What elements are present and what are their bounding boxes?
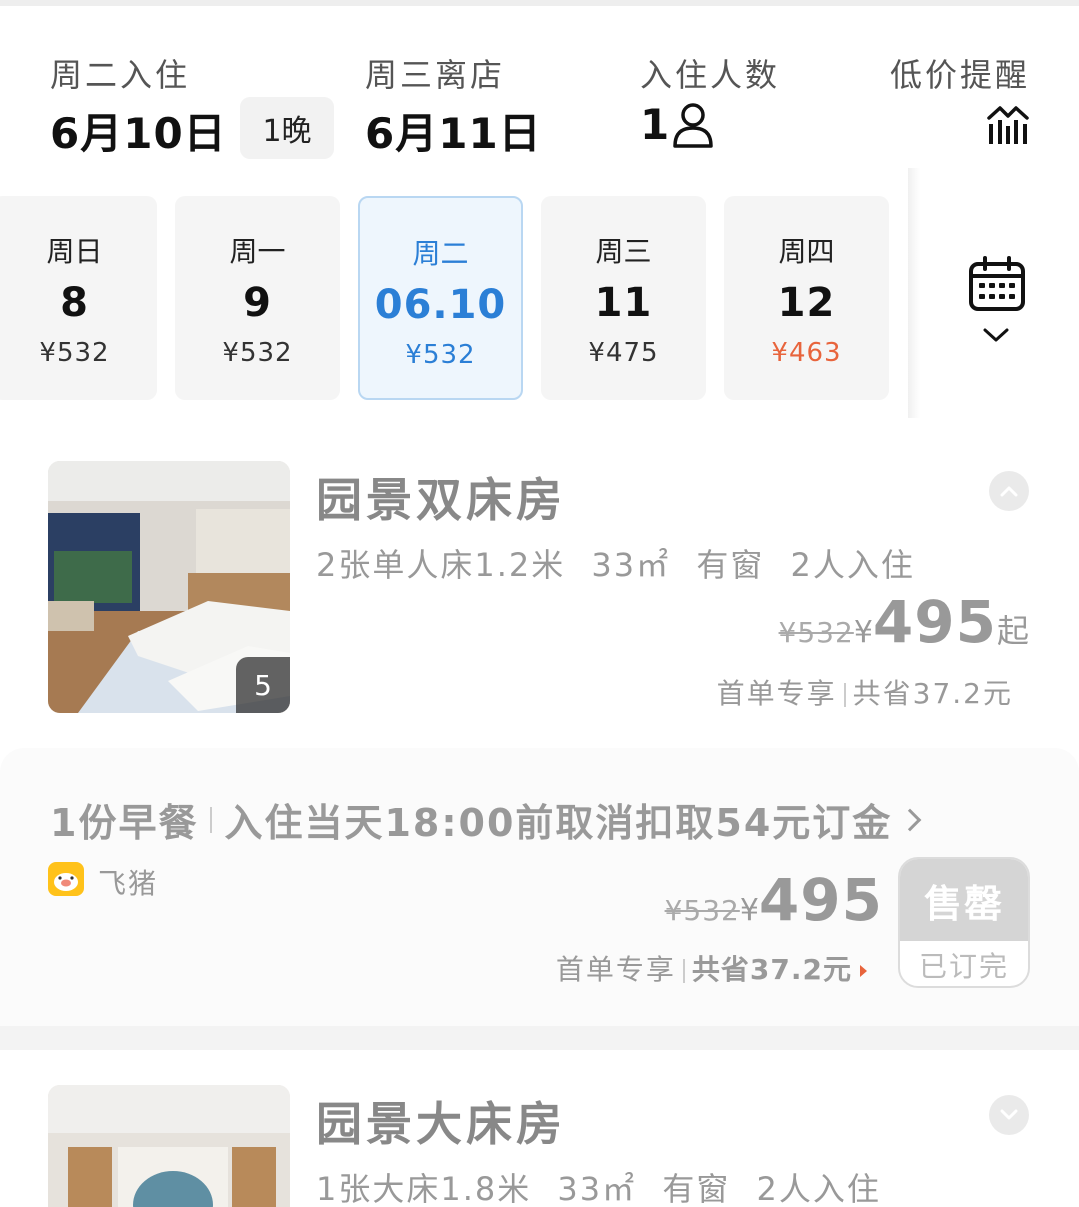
date-weekday: 周一 xyxy=(229,235,286,268)
expand-room-button[interactable] xyxy=(989,1095,1029,1135)
original-price: ¥532 xyxy=(778,616,854,649)
room-specs: 1张大床1.8米 33㎡ 有窗 2人入住 xyxy=(316,1170,881,1207)
price-trend-icon[interactable] xyxy=(986,104,1030,146)
room-name: 园景双床房 xyxy=(316,473,566,527)
date-price-lowest: ¥463 xyxy=(771,338,842,368)
top-edge xyxy=(0,0,1079,6)
price-from-suffix: 起 xyxy=(996,612,1029,650)
channel-name: 飞猪 xyxy=(98,867,159,900)
promo-label: 首单专享 xyxy=(555,953,676,986)
person-icon[interactable] xyxy=(672,102,714,148)
savings-text: 共省37.2元 xyxy=(691,953,852,986)
promo-separator xyxy=(843,683,846,707)
room-photo[interactable] xyxy=(48,1085,290,1207)
chevron-right-icon xyxy=(898,808,922,831)
date-option[interactable]: 周一 9 ¥532 xyxy=(175,196,340,400)
policy-separator xyxy=(210,806,213,833)
room-photo-image xyxy=(48,1085,290,1207)
room-name: 园景大床房 xyxy=(316,1097,566,1151)
price-alert-label[interactable]: 低价提醒 xyxy=(890,50,1030,96)
checkout-label[interactable]: 周三离店 xyxy=(365,50,505,96)
date-option[interactable]: 周四 12 ¥463 xyxy=(724,196,889,400)
date-day: 8 xyxy=(60,280,89,326)
chevron-down-icon[interactable] xyxy=(982,326,1010,344)
calendar-divider-shadow xyxy=(908,168,920,418)
promo-separator xyxy=(682,959,685,983)
date-weekday: 周四 xyxy=(778,235,835,268)
current-price: 495 xyxy=(872,588,997,656)
fully-booked-label: 已订完 xyxy=(918,949,1009,983)
section-divider xyxy=(0,1026,1079,1050)
rate-plan-policy[interactable]: 1份早餐 入住当天18:00前取消扣取54元订金 xyxy=(50,792,922,847)
room-photo[interactable]: 5 xyxy=(48,461,290,713)
original-price: ¥532 xyxy=(664,894,740,927)
currency-symbol: ¥ xyxy=(739,893,759,928)
caret-right-icon xyxy=(860,965,867,977)
date-day: 11 xyxy=(594,280,653,326)
fliggy-pig-icon xyxy=(54,873,78,891)
room-promo: 首单专享 共省37.2元 xyxy=(717,672,1013,712)
checkout-date[interactable]: 6月11日 xyxy=(365,100,542,161)
fliggy-logo-icon xyxy=(48,862,84,896)
cancel-policy: 入住当天18:00前取消扣取54元订金 xyxy=(224,801,893,845)
room-price: ¥532 ¥ 495 起 xyxy=(779,588,1029,656)
checkin-date[interactable]: 6月10日 xyxy=(50,100,227,161)
checkin-label[interactable]: 周二入住 xyxy=(50,50,190,96)
collapse-room-button[interactable] xyxy=(989,471,1029,511)
plan-promo[interactable]: 首单专享 共省37.2元 xyxy=(556,948,867,988)
date-weekday: 周二 xyxy=(412,237,469,270)
guests-label[interactable]: 入住人数 xyxy=(640,50,780,96)
date-option[interactable]: 周三 11 ¥475 xyxy=(541,196,706,400)
sold-out-label: 售罄 xyxy=(900,859,1028,941)
savings-text: 共省37.2元 xyxy=(852,677,1013,710)
sold-out-button[interactable]: 售罄 已订完 xyxy=(898,857,1030,988)
date-day: 12 xyxy=(777,280,836,326)
guests-count[interactable]: 1 xyxy=(640,100,670,149)
currency-symbol: ¥ xyxy=(853,615,873,650)
promo-label: 首单专享 xyxy=(716,677,837,710)
chevron-up-icon xyxy=(1000,486,1018,497)
date-price: ¥532 xyxy=(39,338,110,368)
date-option[interactable]: 周日 8 ¥532 xyxy=(0,196,157,400)
date-price: ¥475 xyxy=(588,338,659,368)
chevron-down-icon xyxy=(1000,1109,1018,1120)
date-day: 06.10 xyxy=(374,282,507,328)
date-weekday: 周日 xyxy=(46,235,103,268)
nights-badge: 1晚 xyxy=(240,97,334,159)
date-price: ¥532 xyxy=(222,338,293,368)
date-selector: 周日 8 ¥532 周一 9 ¥532 周二 06.10 ¥532 周三 11 … xyxy=(0,196,912,402)
date-weekday: 周三 xyxy=(595,235,652,268)
plan-price: ¥532 ¥ 495 xyxy=(665,866,883,934)
date-price: ¥532 xyxy=(405,340,476,370)
room-specs: 2张单人床1.2米 33㎡ 有窗 2人入住 xyxy=(316,546,915,584)
calendar-icon[interactable] xyxy=(968,256,1026,312)
date-day: 9 xyxy=(243,280,272,326)
meal-info: 1份早餐 xyxy=(50,801,199,845)
photo-count-badge: 5 xyxy=(236,657,290,713)
date-option-selected[interactable]: 周二 06.10 ¥532 xyxy=(358,196,523,400)
current-price: 495 xyxy=(758,866,883,934)
